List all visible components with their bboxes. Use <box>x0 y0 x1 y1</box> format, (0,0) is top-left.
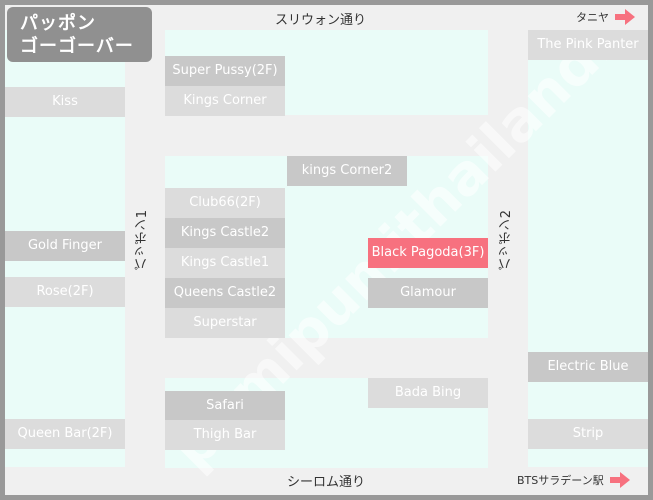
street-patpong1: パッポン1 <box>135 210 150 271</box>
title-line-1: パッポン <box>20 13 96 34</box>
arrow-right-icon <box>615 9 635 25</box>
shop-kings-castle2[interactable]: Kings Castle2 <box>165 218 285 248</box>
direction-thaniya-label: タニヤ <box>576 11 609 24</box>
direction-bts-label: BTSサラデーン駅 <box>517 474 604 487</box>
map-title: パッポン ゴーゴーバー <box>7 7 152 62</box>
shop-kings-corner2[interactable]: kings Corner2 <box>287 156 407 186</box>
map-area: pumipumithailand. Kiss Gold Finger Rose(… <box>5 5 648 495</box>
street-silom: シーロム通り <box>287 475 366 490</box>
shop-glamour[interactable]: Glamour <box>368 278 488 308</box>
direction-bts-saladaeng[interactable]: BTSサラデーン駅 <box>517 472 630 488</box>
block-right <box>528 30 648 467</box>
shop-safari[interactable]: Safari <box>165 391 285 421</box>
direction-thaniya[interactable]: タニヤ <box>576 9 635 25</box>
shop-rose[interactable]: Rose(2F) <box>5 277 125 307</box>
shop-gold-finger[interactable]: Gold Finger <box>5 231 125 261</box>
shop-thigh-bar[interactable]: Thigh Bar <box>165 420 285 450</box>
arrow-right-icon <box>609 472 630 488</box>
shop-kings-corner[interactable]: Kings Corner <box>165 86 285 116</box>
map-frame: pumipumithailand. Kiss Gold Finger Rose(… <box>0 0 653 500</box>
shop-electric-blue[interactable]: Electric Blue <box>528 352 648 382</box>
street-surawong: スリウォン通り <box>275 13 367 28</box>
street-patpong2: パッポン2 <box>499 210 514 271</box>
shop-club66[interactable]: Club66(2F) <box>165 188 285 218</box>
shop-kiss[interactable]: Kiss <box>5 87 125 117</box>
shop-queens-castle2[interactable]: Queens Castle2 <box>165 278 285 308</box>
shop-bada-bing[interactable]: Bada Bing <box>368 378 488 408</box>
shop-superstar[interactable]: Superstar <box>165 308 285 338</box>
title-line-2: ゴーゴーバー <box>20 36 134 57</box>
shop-super-pussy[interactable]: Super Pussy(2F) <box>165 56 285 86</box>
shop-queen-bar[interactable]: Queen Bar(2F) <box>5 419 125 449</box>
shop-kings-castle1[interactable]: Kings Castle1 <box>165 248 285 278</box>
shop-strip[interactable]: Strip <box>528 419 648 449</box>
shop-pink-panter[interactable]: The Pink Panter <box>528 30 648 60</box>
shop-black-pagoda[interactable]: Black Pagoda(3F) <box>368 238 488 268</box>
